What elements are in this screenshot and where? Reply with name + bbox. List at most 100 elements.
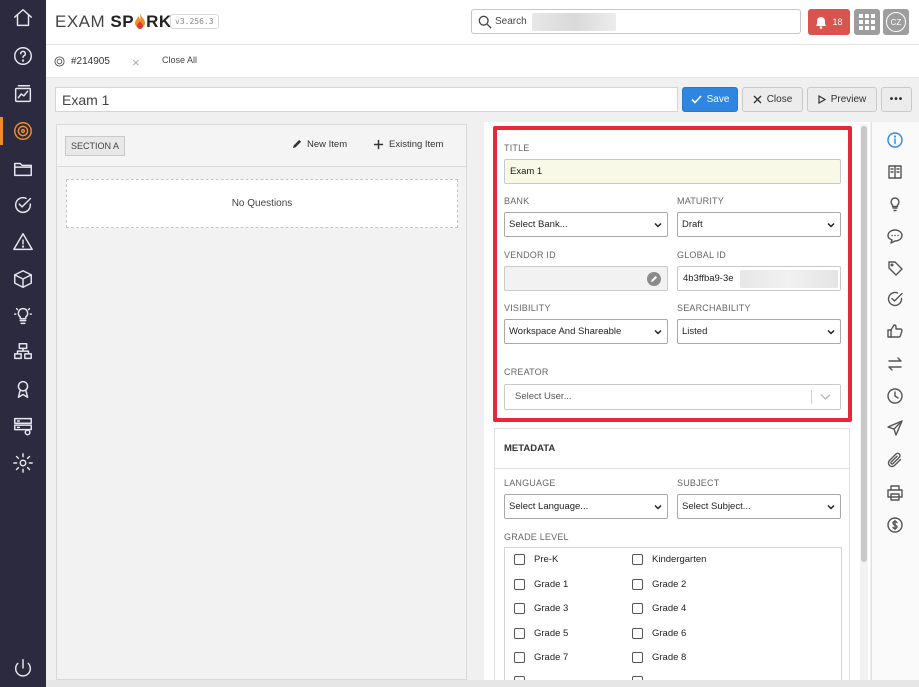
- tab-bar: #214905 × Close All: [46, 45, 919, 78]
- subject-select-value: Select Subject...: [682, 501, 751, 512]
- existing-item-label: Existing Item: [389, 139, 444, 150]
- home-icon[interactable]: [11, 6, 35, 30]
- grade-label: Grade 1: [534, 579, 569, 590]
- properties-scrollbar-thumb[interactable]: [861, 126, 867, 562]
- searchability-select[interactable]: Listed: [677, 319, 841, 344]
- workflow-icon[interactable]: [11, 340, 35, 364]
- paperclip-icon[interactable]: [886, 451, 904, 469]
- bottom-strip: [46, 680, 919, 687]
- user-avatar-button[interactable]: CZ: [883, 9, 909, 35]
- close-label: Close: [766, 94, 793, 105]
- pencil-icon: [292, 139, 302, 149]
- check-icon: [691, 95, 702, 104]
- grade-label: Grade 6: [652, 628, 687, 639]
- apps-grid-button[interactable]: [854, 9, 880, 35]
- section-pane: SECTION A New Item Existing Item No Ques…: [56, 124, 467, 680]
- global-id-value: 4b3ffba9-3e: [683, 273, 734, 284]
- chevron-down-icon: [827, 329, 835, 335]
- exams-icon[interactable]: [11, 119, 35, 143]
- grade-label: Grade 3: [534, 603, 569, 614]
- dollar-icon[interactable]: [886, 516, 904, 534]
- close-all-link[interactable]: Close All: [162, 55, 197, 65]
- badge-icon[interactable]: [11, 377, 35, 401]
- logo-text-sp: SP: [110, 12, 135, 31]
- grade-label: Grade 5: [534, 628, 569, 639]
- logo-text-prefix: EXAM: [55, 12, 106, 31]
- book-icon[interactable]: [886, 163, 904, 181]
- chevron-down-icon: [654, 329, 662, 335]
- existing-item-button[interactable]: Existing Item: [373, 139, 443, 150]
- lightbulb-icon[interactable]: [886, 195, 904, 213]
- section-badge[interactable]: SECTION A: [65, 136, 126, 156]
- grade-checkbox[interactable]: Grade 3: [514, 603, 568, 614]
- grade-checkbox[interactable]: Grade 8: [632, 652, 686, 663]
- folder-icon[interactable]: [11, 157, 35, 181]
- chevron-down-icon: [820, 394, 831, 400]
- section-header: SECTION A New Item Existing Item: [57, 125, 466, 167]
- visibility-label: VISIBILITY: [504, 303, 551, 313]
- tag-icon[interactable]: [886, 259, 904, 277]
- title-field[interactable]: Exam 1: [504, 159, 841, 184]
- check-circle-icon[interactable]: [886, 290, 904, 308]
- power-icon[interactable]: [11, 656, 35, 680]
- more-options-button[interactable]: •••: [881, 87, 912, 112]
- reports-icon[interactable]: [11, 82, 35, 106]
- grade-label: Grade 8: [652, 652, 687, 663]
- tab-close-icon[interactable]: ×: [132, 55, 140, 70]
- servers-icon[interactable]: [11, 414, 35, 438]
- package-icon[interactable]: [11, 267, 35, 291]
- new-item-button[interactable]: New Item: [291, 139, 347, 150]
- vendor-id-label: VENDOR ID: [504, 250, 556, 260]
- exam-title-input[interactable]: [55, 87, 678, 112]
- grade-checkbox[interactable]: Grade 5: [514, 628, 568, 639]
- preview-button[interactable]: Preview: [807, 87, 877, 112]
- grade-checkbox[interactable]: Grade 4: [632, 603, 686, 614]
- warning-icon[interactable]: [11, 230, 35, 254]
- visibility-select[interactable]: Workspace And Shareable: [504, 319, 668, 344]
- grade-checkbox[interactable]: Grade 6: [632, 628, 686, 639]
- tab-exam[interactable]: #214905 ×: [46, 45, 154, 78]
- notifications-button[interactable]: 18: [808, 9, 850, 35]
- language-select[interactable]: Select Language...: [504, 494, 668, 519]
- grade-checkbox[interactable]: Kindergarten: [632, 554, 706, 565]
- grade-label: Pre-K: [534, 554, 559, 565]
- searchability-select-value: Listed: [682, 326, 708, 337]
- new-item-label: New Item: [307, 139, 348, 150]
- grade-checkbox[interactable]: Grade 7: [514, 652, 568, 663]
- save-button[interactable]: Save: [682, 87, 738, 112]
- close-button[interactable]: Close: [742, 87, 803, 112]
- thumbs-up-icon[interactable]: [886, 322, 904, 340]
- maturity-select[interactable]: Draft: [677, 212, 841, 237]
- select-divider: [811, 390, 812, 404]
- edit-icon[interactable]: [647, 272, 661, 286]
- clock-icon[interactable]: [886, 387, 904, 405]
- save-label: Save: [706, 94, 730, 105]
- creator-select[interactable]: Select User...: [504, 384, 841, 410]
- print-icon[interactable]: [886, 484, 904, 502]
- grade-checkbox[interactable]: Grade 2: [632, 579, 686, 590]
- send-icon[interactable]: [886, 419, 904, 437]
- tab-label: #214905: [71, 56, 110, 67]
- plus-icon: [373, 139, 384, 150]
- search-input[interactable]: Search: [471, 9, 801, 34]
- help-icon[interactable]: [11, 44, 35, 68]
- grade-checkbox[interactable]: Grade 1: [514, 579, 568, 590]
- metadata-heading: METADATA: [495, 429, 849, 469]
- nav-active-indicator: [0, 117, 3, 145]
- vendor-id-field[interactable]: [504, 266, 668, 291]
- grade-checkbox[interactable]: Pre-K: [514, 554, 558, 565]
- info-icon[interactable]: [886, 131, 904, 149]
- creator-label: CREATOR: [504, 367, 549, 377]
- ideas-icon[interactable]: [11, 304, 35, 328]
- bank-select[interactable]: Select Bank...: [504, 212, 668, 237]
- app-logo[interactable]: EXAM SP RK: [55, 12, 172, 32]
- play-icon: [818, 95, 826, 104]
- swap-icon[interactable]: [886, 355, 904, 373]
- global-id-field[interactable]: 4b3ffba9-3e: [677, 266, 841, 291]
- subject-select[interactable]: Select Subject...: [677, 494, 841, 519]
- tasks-icon[interactable]: [11, 193, 35, 217]
- grade-level-label: GRADE LEVEL: [504, 532, 569, 542]
- right-icon-rail: [871, 122, 919, 680]
- settings-icon[interactable]: [11, 451, 35, 475]
- comment-icon[interactable]: [886, 227, 904, 245]
